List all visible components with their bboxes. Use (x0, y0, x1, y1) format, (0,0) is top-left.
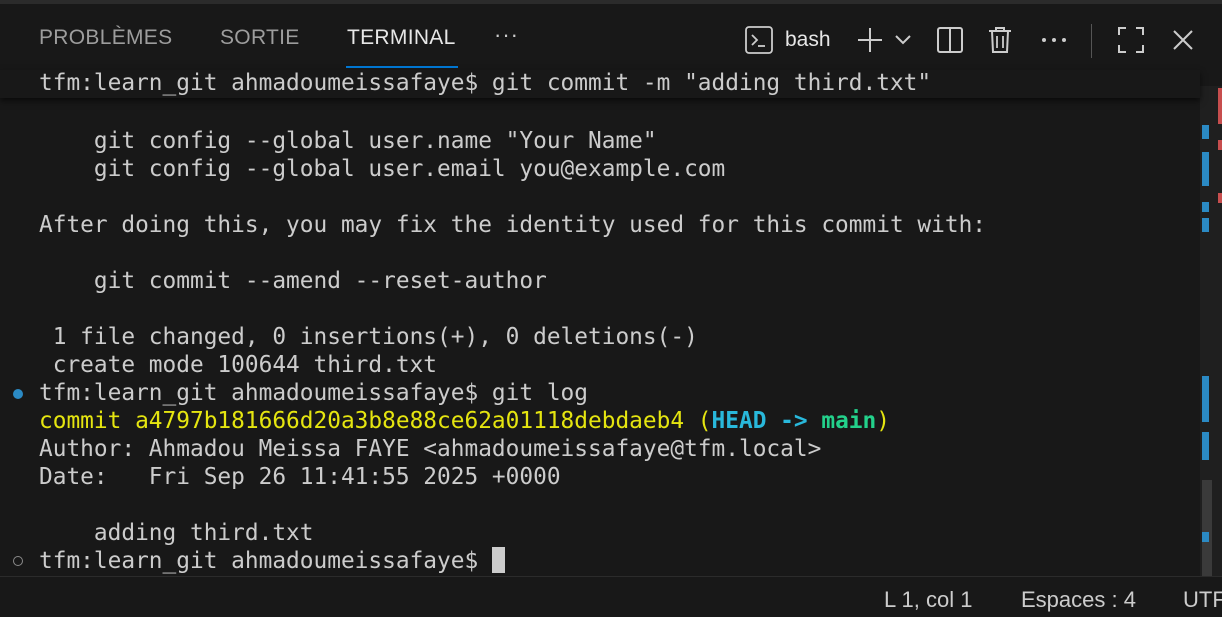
sticky-scroll-prompt[interactable]: tfm:learn_git ahmadoumeissafaye$ git com… (0, 70, 1200, 98)
overview-ruler-mark (1202, 202, 1209, 212)
encoding-setting[interactable]: UTF-8 (1183, 587, 1222, 613)
command-decoration-icon[interactable] (13, 556, 23, 566)
scrollbar-thumb[interactable] (1202, 480, 1212, 576)
overview-ruler-mark (1218, 140, 1222, 150)
more-tabs-button[interactable]: ··· (494, 22, 519, 48)
head-ref: HEAD -> (711, 408, 822, 434)
tab-terminal[interactable]: TERMINAL (347, 26, 456, 50)
terminal-line: After doing this, you may fix the identi… (39, 212, 987, 238)
maximize-icon[interactable] (1115, 24, 1147, 56)
commit-line: commit a4797b181666d20a3b8e88ce62a01118d… (39, 407, 890, 435)
terminal-prompt-line: tfm:learn_git ahmadoumeissafaye$ (39, 547, 505, 575)
terminal-line: create mode 100644 third.txt (39, 352, 438, 378)
terminal-line: 1 file changed, 0 insertions(+), 0 delet… (39, 324, 698, 350)
overview-ruler-mark (1202, 125, 1209, 139)
plus-icon[interactable] (854, 24, 886, 56)
terminal-icon[interactable] (743, 24, 775, 56)
overview-ruler-mark (1202, 376, 1209, 422)
chevron-down-icon[interactable] (887, 24, 919, 56)
more-icon[interactable] (1038, 24, 1070, 56)
terminal-line: Date: Fri Sep 26 11:41:55 2025 +0000 (39, 464, 561, 490)
overview-ruler-mark (1202, 432, 1209, 460)
terminal-line: Author: Ahmadou Meissa FAYE <ahmadoumeis… (39, 436, 822, 462)
overview-ruler-mark (1202, 532, 1209, 542)
branch-ref: main (821, 408, 877, 434)
commit-hash: commit a4797b181666d20a3b8e88ce62a01118d… (39, 408, 712, 434)
terminal-line: git config --global user.name "Your Name… (39, 128, 657, 154)
commit-hash-suffix: ) (876, 408, 890, 434)
terminal-line: tfm:learn_git ahmadoumeissafaye$ git com… (39, 70, 932, 96)
split-icon[interactable] (934, 24, 966, 56)
panel-tab-bar: PROBLÈMES SORTIE TERMINAL ··· bash (0, 4, 1222, 70)
close-icon[interactable] (1167, 24, 1199, 56)
overview-ruler-mark (1218, 88, 1222, 124)
cursor-position[interactable]: L 1, col 1 (884, 587, 972, 613)
active-tab-indicator (346, 66, 458, 68)
overview-ruler-mark (1202, 152, 1209, 186)
terminal-output[interactable]: tfm:learn_git ahmadoumeissafaye$ git com… (0, 70, 1200, 576)
terminal-line: adding third.txt (39, 520, 314, 546)
terminal-name[interactable]: bash (785, 28, 831, 52)
command-decoration-icon[interactable] (13, 389, 23, 399)
terminal-line: tfm:learn_git ahmadoumeissafaye$ git log (39, 380, 588, 406)
terminal-line: git commit --amend --reset-author (39, 268, 547, 294)
indentation-setting[interactable]: Espaces : 4 (1021, 587, 1136, 613)
overview-ruler-mark (1218, 193, 1222, 203)
tab-output[interactable]: SORTIE (220, 26, 300, 50)
prompt-text: tfm:learn_git ahmadoumeissafaye$ (39, 548, 492, 574)
overview-ruler-mark (1202, 218, 1209, 232)
text-cursor (491, 547, 505, 573)
toolbar-divider (1091, 24, 1092, 58)
terminal-line: git config --global user.email you@examp… (39, 156, 726, 182)
tab-problems[interactable]: PROBLÈMES (39, 26, 172, 50)
status-bar: L 1, col 1 Espaces : 4 UTF-8 (0, 576, 1222, 617)
trash-icon[interactable] (984, 24, 1016, 56)
